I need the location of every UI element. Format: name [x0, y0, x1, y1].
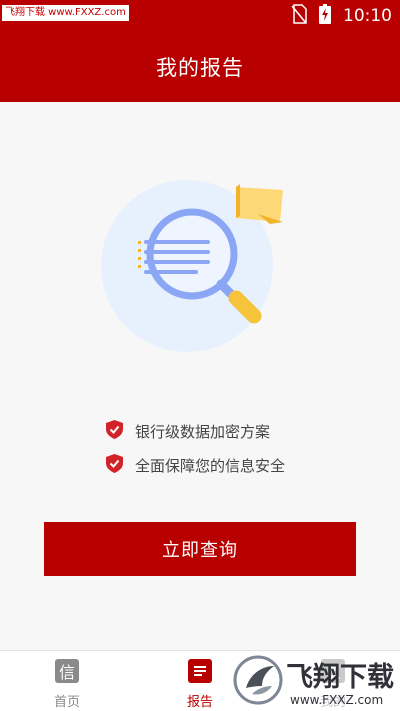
watermark-label: 飞翔下载 www.FXXZ.com [2, 5, 129, 21]
magnifier-report-illustration [100, 178, 300, 358]
feature-text: 银行级数据加密方案 [135, 422, 271, 441]
watermark-url: www.FXXZ.com [290, 693, 383, 707]
battery-charging-icon [319, 4, 331, 28]
watermark-logo: 飞翔下载 www.FXXZ.com [232, 652, 398, 708]
feature-text: 全面保障您的信息安全 [135, 456, 286, 475]
status-bar: 飞翔下载 www.FXXZ.com 10:10 [0, 0, 400, 32]
feature-item: 全面保障您的信息安全 [106, 448, 285, 482]
xin-tile-icon: 信 [55, 659, 79, 683]
app-header: 我的报告 [0, 32, 400, 102]
query-now-button[interactable]: 立即查询 [44, 522, 356, 576]
report-list-icon [188, 659, 212, 683]
page-title: 我的报告 [156, 56, 244, 80]
shield-check-icon [106, 419, 123, 443]
no-sim-icon [291, 4, 307, 28]
status-icons: 10:10 [291, 4, 392, 28]
feature-item: 银行级数据加密方案 [106, 414, 285, 448]
shield-check-icon [106, 453, 123, 477]
watermark-brand: 飞翔下载 [286, 662, 394, 693]
feature-list: 银行级数据加密方案 全面保障您的信息安全 [106, 414, 285, 482]
tab-home-label: 首页 [53, 695, 80, 710]
status-time: 10:10 [343, 6, 392, 26]
tab-home[interactable]: 信 首页 [27, 651, 107, 711]
tab-report[interactable]: 报告 [160, 651, 240, 711]
home-icon-char: 信 [58, 663, 75, 682]
tab-report-label: 报告 [186, 695, 213, 710]
